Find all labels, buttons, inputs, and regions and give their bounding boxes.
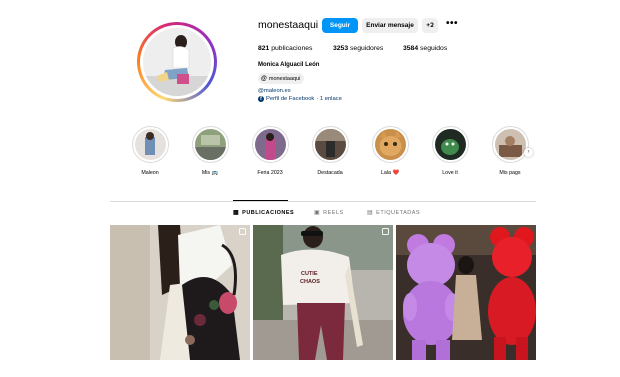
highlight-label: Feria 2023 xyxy=(257,170,283,176)
reels-icon: ▣ xyxy=(314,210,321,216)
highlight-label: Mis 🚌 xyxy=(201,170,219,176)
following-label: seguidos xyxy=(420,45,448,52)
followers-label: seguidores xyxy=(350,45,384,52)
highlight-cover xyxy=(134,129,166,160)
highlight-label: Maleon xyxy=(141,170,159,176)
tab-posts[interactable]: ▦ PUBLICACIONES xyxy=(233,209,295,217)
threads-badge[interactable]: @ monestaaqui xyxy=(258,73,305,84)
highlight-maleon[interactable]: Maleon xyxy=(130,126,170,176)
profile-avatar-frame xyxy=(140,25,214,99)
highlight-cover xyxy=(194,129,226,160)
threads-username: monestaaqui xyxy=(268,75,301,82)
add-person-icon: +ʡ xyxy=(426,22,434,29)
active-tab-indicator xyxy=(233,200,288,201)
highlight-feria-2023[interactable]: Feria 2023 xyxy=(250,126,290,176)
facebook-link[interactable]: Perfil de Facebook xyxy=(266,96,314,102)
avatar xyxy=(143,28,211,96)
tab-reels[interactable]: ▣ REELS xyxy=(314,209,344,217)
followers-count: 3253 xyxy=(333,45,349,52)
website-link[interactable]: @maleon.es xyxy=(258,88,291,94)
highlight-love-it[interactable]: Love it xyxy=(430,126,470,176)
highlight-label: Destacada xyxy=(317,170,343,176)
follow-button[interactable]: Seguir xyxy=(322,18,358,33)
shirt-text-line-2: CHAOS xyxy=(300,279,320,285)
tagged-icon: ▤ xyxy=(367,210,374,216)
highlight-label: Lala ❤️ xyxy=(380,170,400,176)
shirt-text-line-1: CUTIE xyxy=(301,271,318,277)
highlights-next-icon[interactable]: › xyxy=(524,148,533,157)
post-tile[interactable]: CUTIE CHAOS xyxy=(253,225,393,360)
profile-avatar-ring[interactable] xyxy=(137,22,217,102)
tab-tagged-label: ETIQUETADAS xyxy=(376,209,421,216)
tab-reels-label: REELS xyxy=(323,209,344,216)
highlight-label: Love it xyxy=(442,170,458,176)
post-image xyxy=(110,225,250,360)
post-tile[interactable] xyxy=(396,225,536,360)
highlight-mis-bus[interactable]: Mis 🚌 xyxy=(190,126,230,176)
facebook-link-row[interactable]: f Perfil de Facebook · 1 enlace xyxy=(258,96,342,102)
carousel-icon xyxy=(382,228,389,235)
highlight-cover xyxy=(494,129,526,160)
highlight-ring xyxy=(491,126,529,163)
more-options-icon[interactable]: ••• xyxy=(446,18,458,29)
profile-full-name: Monica Alguacil León xyxy=(258,62,320,68)
highlight-cover xyxy=(254,129,286,160)
highlight-cover xyxy=(314,129,346,160)
highlight-ring xyxy=(371,126,409,163)
highlight-ring xyxy=(191,126,229,163)
post-tile[interactable] xyxy=(110,225,250,360)
grid-icon: ▦ xyxy=(233,210,240,216)
stat-followers[interactable]: 3253 seguidores xyxy=(333,45,383,52)
highlight-label: Mis pags xyxy=(499,170,521,176)
threads-icon: @ xyxy=(261,75,267,82)
posts-label: publicaciones xyxy=(271,45,313,52)
highlight-destacada[interactable]: Destacada xyxy=(310,126,350,176)
posts-count: 821 xyxy=(258,45,270,52)
stat-posts: 821 publicaciones xyxy=(258,45,312,52)
highlight-ring xyxy=(431,126,469,163)
suggest-accounts-button[interactable]: +ʡ xyxy=(422,18,438,33)
post-image xyxy=(396,225,536,360)
highlight-lala[interactable]: Lala ❤️ xyxy=(370,126,410,176)
profile-username: monestaaqui xyxy=(258,19,319,31)
highlight-ring xyxy=(251,126,289,163)
tab-posts-label: PUBLICACIONES xyxy=(242,209,295,216)
avatar-photo xyxy=(143,28,211,96)
tabs-divider xyxy=(110,201,536,202)
following-count: 3584 xyxy=(403,45,419,52)
extra-links[interactable]: · 1 enlace xyxy=(316,96,341,102)
tab-tagged[interactable]: ▤ ETIQUETADAS xyxy=(367,209,421,217)
send-message-button[interactable]: Enviar mensaje xyxy=(362,18,418,33)
highlight-cover xyxy=(434,129,466,160)
post-image: CUTIE CHAOS xyxy=(253,225,393,360)
highlight-ring xyxy=(131,126,169,163)
facebook-icon: f xyxy=(258,96,264,102)
stat-following[interactable]: 3584 seguidos xyxy=(403,45,447,52)
highlight-ring xyxy=(311,126,349,163)
carousel-icon xyxy=(239,228,246,235)
highlight-cover xyxy=(374,129,406,160)
